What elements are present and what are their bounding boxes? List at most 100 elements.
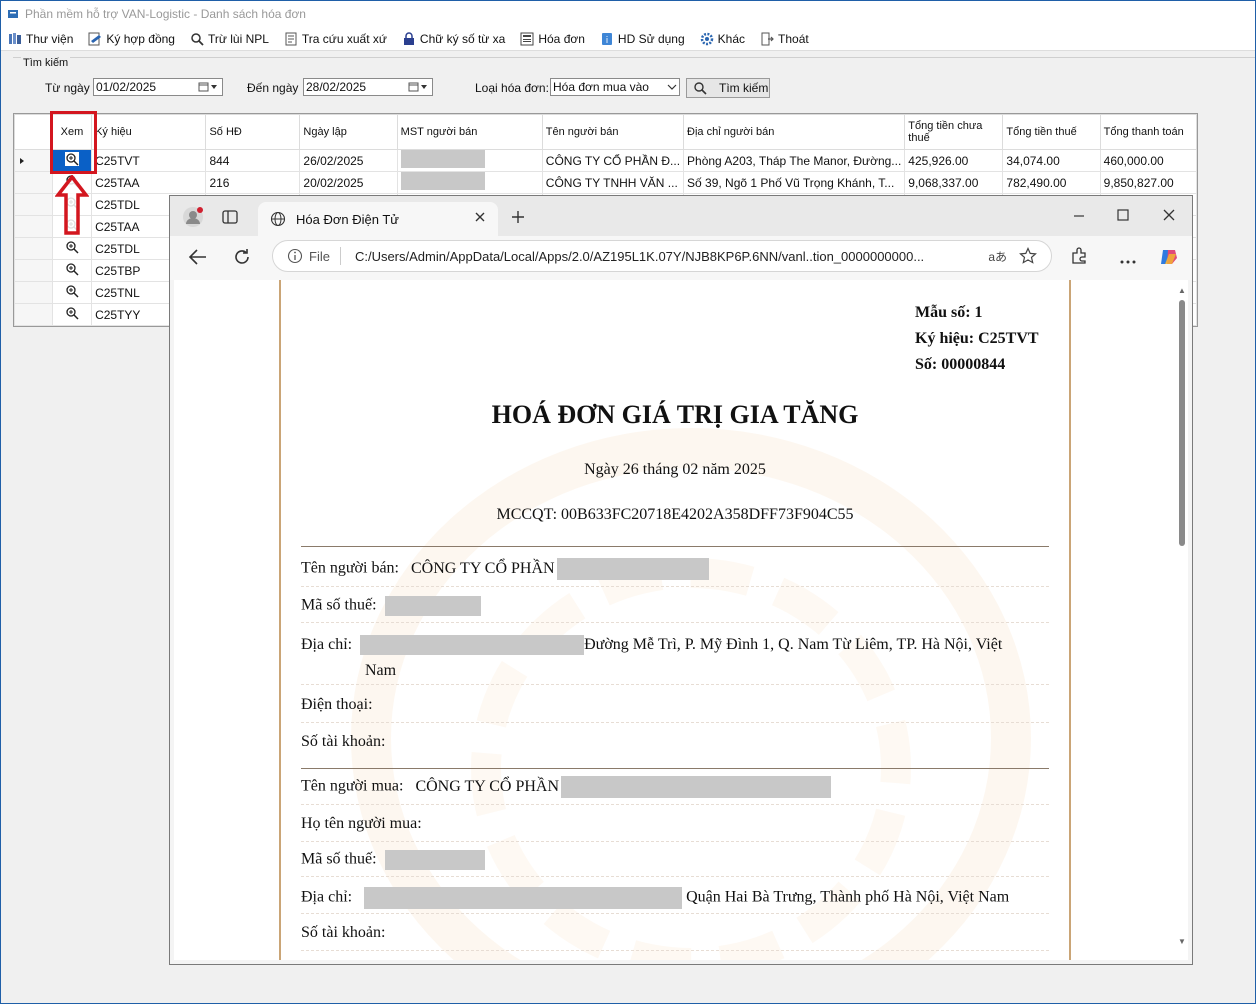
col-header-tong-tien-chua-thue[interactable]: Tổng tiền chưa thuế xyxy=(904,114,1004,150)
minimize-icon[interactable] xyxy=(1072,209,1086,226)
more-menu-icon[interactable] xyxy=(1120,253,1136,267)
zoom-in-icon xyxy=(66,285,79,298)
seller-tax-row: Mã số thuế: xyxy=(301,596,1049,623)
menu-label: Chữ ký số từ xa xyxy=(419,31,506,46)
seller-phone-label: Điện thoại: xyxy=(301,696,373,713)
favorite-star-icon[interactable] xyxy=(1019,247,1037,268)
read-aloud-icon[interactable]: aあ xyxy=(988,248,1007,265)
maximize-icon[interactable] xyxy=(1116,208,1130,225)
scrollbar-thumb[interactable] xyxy=(1179,300,1185,546)
cell-chua-thue: 425,926.00 xyxy=(904,149,1004,172)
col-header-so-hd[interactable]: Số HĐ xyxy=(205,114,301,150)
menu-tra-cuu-xuat-xu[interactable]: Tra cứu xuất xứ xyxy=(283,31,387,47)
close-window-icon[interactable] xyxy=(1162,208,1176,225)
menu-tru-lui-npl[interactable]: Trừ lùi NPL xyxy=(189,31,269,47)
invoice-type-select[interactable]: Hóa đơn mua vào xyxy=(550,78,680,96)
cell-mst-redacted xyxy=(396,149,543,172)
cell-so-hd: 216 xyxy=(205,171,301,194)
menu-hd-su-dung[interactable]: i HD Sử dụng xyxy=(599,31,685,47)
invoice-type-value: Hóa đơn mua vào xyxy=(553,80,649,94)
row-selector[interactable] xyxy=(14,259,53,282)
search-button[interactable]: Tìm kiếm xyxy=(686,78,770,98)
gear-icon xyxy=(699,31,715,47)
search-icon xyxy=(693,81,707,95)
extensions-icon[interactable] xyxy=(1070,247,1088,268)
menu-label: Khác xyxy=(717,31,746,46)
buyer-person-label: Họ tên người mua: xyxy=(301,815,422,832)
seller-name: CÔNG TY CỔ PHẦN xyxy=(411,559,555,577)
table-row[interactable]: C25TVT 844 26/02/2025 CÔNG TY CỔ PHẦN Đ.… xyxy=(14,149,1197,172)
col-header-ten-nguoi-ban[interactable]: Tên người bán xyxy=(541,114,685,150)
invoice-icon xyxy=(519,31,535,47)
col-header-tong-tien-thue[interactable]: Tổng tiền thuế xyxy=(1002,114,1101,150)
menu-hoa-don[interactable]: Hóa đơn xyxy=(519,31,585,47)
scroll-up-icon[interactable]: ▲ xyxy=(1178,286,1186,295)
redacted-block xyxy=(561,776,832,798)
row-selector[interactable] xyxy=(14,149,53,172)
menu-thoat[interactable]: Thoát xyxy=(759,31,809,47)
refresh-icon[interactable] xyxy=(232,247,252,270)
invoice-document: Mẫu số: 1 Ký hiệu: C25TVT Số: 00000844 H… xyxy=(279,280,1071,960)
buyer-account-label: Số tài khoản: xyxy=(301,924,386,941)
menu-ky-hop-dong[interactable]: Ký hợp đồng xyxy=(87,31,175,47)
seller-address-row: Địa chỉ: Đường Mễ Trì, P. Mỹ Đình 1, Q. … xyxy=(301,632,1049,685)
col-header-tong-thanh-toan[interactable]: Tổng thanh toán xyxy=(1099,114,1197,150)
row-selector[interactable] xyxy=(14,193,53,216)
row-selector[interactable] xyxy=(14,171,53,194)
view-button[interactable] xyxy=(51,259,93,282)
calendar-dropdown-icon[interactable] xyxy=(198,81,220,93)
to-date-value: 28/02/2025 xyxy=(306,80,367,94)
profile-icon[interactable] xyxy=(182,206,204,231)
tab-strip: Hóa Đơn Điện Tử xyxy=(170,196,1192,236)
info-icon[interactable] xyxy=(287,248,303,264)
col-header-dia-chi-nguoi-ban[interactable]: Địa chỉ người bán xyxy=(683,114,906,150)
back-icon[interactable] xyxy=(188,248,208,269)
col-header-mst-nguoi-ban[interactable]: MST người bán xyxy=(396,114,543,150)
row-selector[interactable] xyxy=(14,215,53,238)
svg-text:i: i xyxy=(606,36,609,46)
col-header-ky-hieu[interactable]: Ký hiệu xyxy=(91,114,207,150)
table-row[interactable]: C25TAA 216 20/02/2025 CÔNG TY TNHH VĂN .… xyxy=(14,171,1197,194)
row-selector[interactable] xyxy=(14,281,53,304)
redacted-block xyxy=(364,887,683,909)
view-button[interactable] xyxy=(51,281,93,304)
to-date-label: Đến ngày xyxy=(247,81,299,95)
buyer-name-label: Tên người mua: xyxy=(301,777,404,795)
from-date-picker[interactable]: 01/02/2025 xyxy=(93,78,223,96)
seller-account-label: Số tài khoản: xyxy=(301,733,386,750)
address-bar[interactable]: File C:/Users/Admin/AppData/Local/Apps/2… xyxy=(272,240,1052,272)
tab-title: Hóa Đơn Điện Tử xyxy=(296,211,399,227)
seller-tax-label: Mã số thuế: xyxy=(301,596,377,614)
menu-khac[interactable]: Khác xyxy=(699,31,745,47)
new-tab-icon[interactable] xyxy=(510,209,526,228)
copilot-icon[interactable] xyxy=(1158,246,1180,271)
page-scrollbar[interactable]: ▲ ▼ xyxy=(1178,286,1186,946)
seller-name-row: Tên người bán: CÔNG TY CỔ PHẦN xyxy=(301,558,1049,587)
tab-hoa-don-dien-tu[interactable]: Hóa Đơn Điện Tử xyxy=(258,202,498,236)
menu-label: Hóa đơn xyxy=(538,31,585,46)
cell-dia-chi: Phòng A203, Tháp The Manor, Đường... xyxy=(683,149,906,172)
cell-tong: 460,000.00 xyxy=(1099,149,1197,172)
row-selector[interactable] xyxy=(14,303,53,326)
cell-ngay-lap: 26/02/2025 xyxy=(299,149,398,172)
view-button[interactable] xyxy=(51,303,93,326)
exit-icon xyxy=(759,31,775,47)
row-selector[interactable] xyxy=(14,237,53,260)
close-tab-icon[interactable] xyxy=(474,211,486,226)
main-window: Phần mềm hỗ trợ VAN-Logistic - Danh sách… xyxy=(0,0,1256,1004)
chevron-down-icon[interactable] xyxy=(655,81,677,93)
invoice-type-label: Loại hóa đơn: xyxy=(475,81,549,95)
scroll-down-icon[interactable]: ▼ xyxy=(1178,937,1186,946)
highlight-box xyxy=(50,111,97,174)
col-header-ngay-lap[interactable]: Ngày lập xyxy=(299,114,398,150)
menu-chu-ky-so[interactable]: Chữ ký số từ xa xyxy=(401,31,505,47)
calendar-dropdown-icon[interactable] xyxy=(408,81,430,93)
view-button[interactable] xyxy=(51,237,93,260)
menu-thu-vien[interactable]: Thư viện xyxy=(7,31,73,47)
tab-actions-icon[interactable] xyxy=(222,210,238,227)
seller-phone-row: Điện thoại: xyxy=(301,696,1049,723)
cell-thue: 782,490.00 xyxy=(1002,171,1101,194)
to-date-picker[interactable]: 28/02/2025 xyxy=(303,78,433,96)
cell-ky-hieu: C25TVT xyxy=(91,149,207,172)
so-hoa-don: Số: 00000844 xyxy=(915,356,1006,373)
